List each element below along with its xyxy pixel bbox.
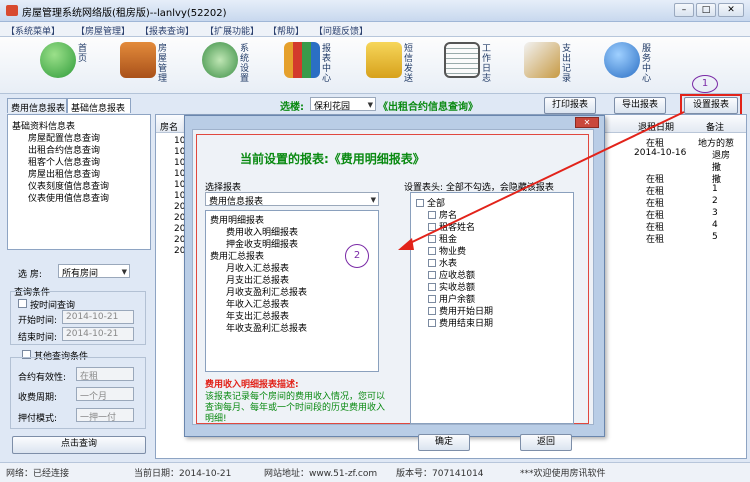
annotation-arrow (398, 111, 685, 250)
